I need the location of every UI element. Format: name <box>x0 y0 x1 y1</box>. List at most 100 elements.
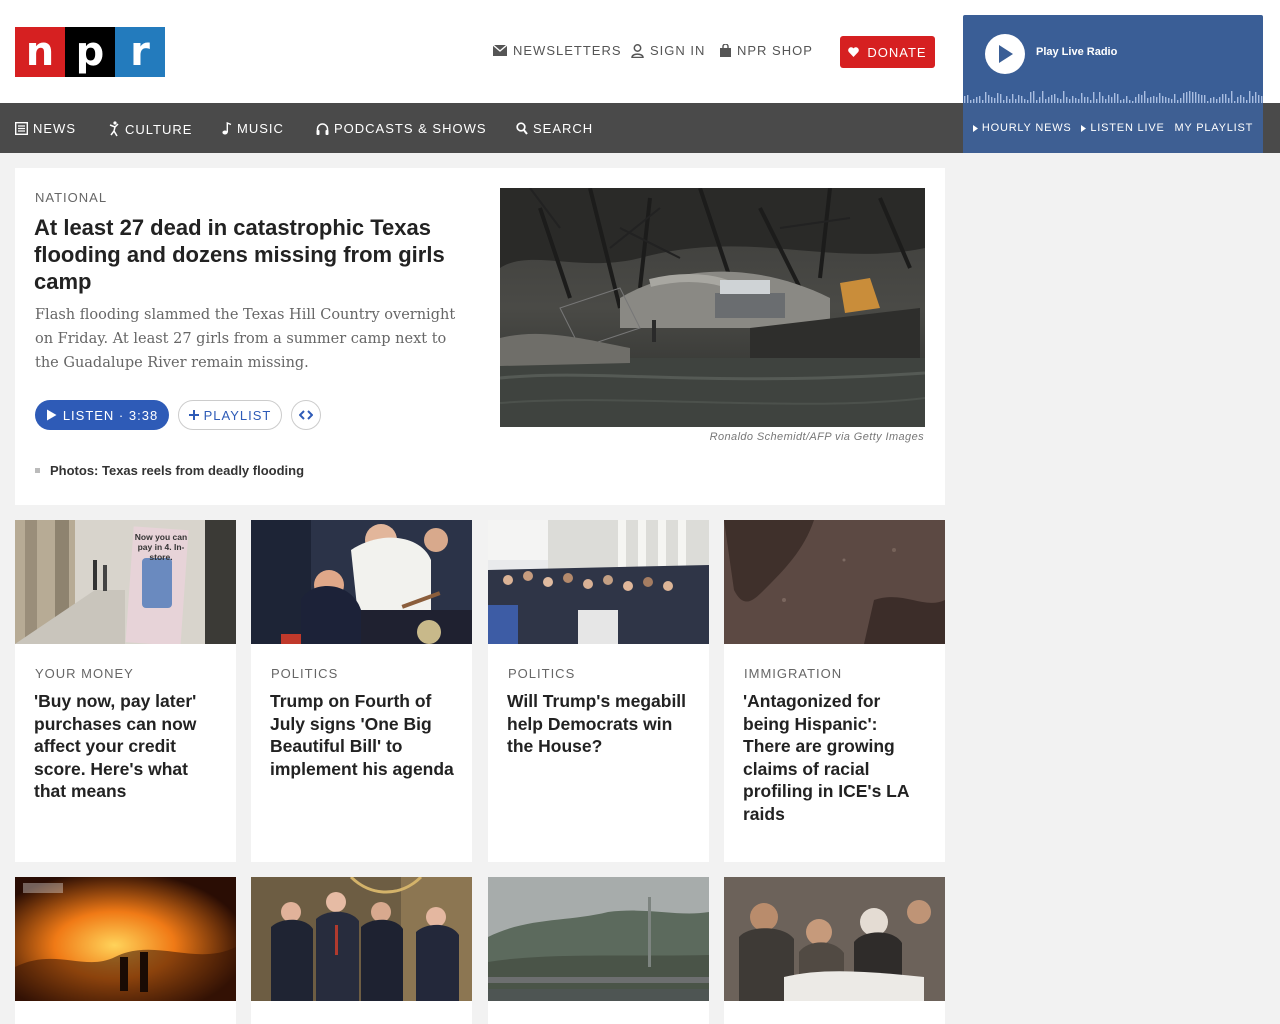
waveform-bar <box>1159 93 1161 103</box>
story-card[interactable] <box>488 877 709 1024</box>
story-card[interactable] <box>15 877 236 1024</box>
waveform-bar <box>1051 95 1053 103</box>
story-card[interactable] <box>724 877 945 1024</box>
nav-search[interactable]: Search <box>516 121 593 136</box>
waveform-bar <box>1201 95 1203 103</box>
story-card-image-senators[interactable] <box>251 877 472 1001</box>
story-card[interactable]: Now you can pay in 4. In-store. Your Mon… <box>15 520 236 862</box>
play-live-radio-button[interactable] <box>985 34 1025 74</box>
story-card-image-wildfire[interactable] <box>15 877 236 1001</box>
story-card[interactable]: Politics Will Trump's megabill help Demo… <box>488 520 709 862</box>
related-link[interactable]: Photos: Texas reels from deadly flooding <box>35 463 304 478</box>
story-card-slug[interactable]: Immigration <box>744 666 842 681</box>
waveform-bar <box>1198 94 1200 103</box>
my-playlist-link[interactable]: My Playlist <box>1174 122 1253 134</box>
story-card-slug[interactable]: Your Money <box>35 666 134 681</box>
waveform-bar <box>1138 94 1140 103</box>
waveform-bar <box>1174 94 1176 103</box>
story-card-slug[interactable]: Politics <box>508 666 575 681</box>
waveform-bar <box>1099 92 1101 103</box>
donate-label: Donate <box>867 44 927 60</box>
my-playlist-label: My Playlist <box>1174 122 1254 134</box>
listen-live-link[interactable]: Listen Live <box>1081 122 1164 134</box>
waveform-bar <box>967 95 969 103</box>
waveform-bar <box>1258 95 1260 103</box>
waveform-bar <box>1240 95 1242 103</box>
waveform-bar <box>1033 91 1035 103</box>
waveform-bar <box>1183 93 1185 103</box>
shopping-bag-icon <box>720 44 731 57</box>
hourly-news-label: Hourly News <box>981 122 1072 134</box>
waveform-bar <box>1192 92 1194 103</box>
waveform-bar <box>1126 96 1128 103</box>
waveform-bar <box>1114 93 1116 103</box>
waveform-bar <box>1000 94 1002 103</box>
newsletters-label: Newsletters <box>513 43 622 58</box>
story-card-image-capitol[interactable] <box>488 520 709 644</box>
waveform-bar <box>988 95 990 103</box>
play-small-icon <box>972 124 978 132</box>
play-live-radio-label: Play Live Radio <box>1036 46 1118 58</box>
lead-story: National At least 27 dead in catastrophi… <box>15 168 945 505</box>
logo-letter-p: p <box>65 27 115 77</box>
story-card-image-bill-signing[interactable] <box>251 520 472 644</box>
story-card[interactable] <box>251 877 472 1024</box>
nav-podcasts-label: Podcasts & Shows <box>334 121 487 136</box>
lead-slug[interactable]: National <box>35 190 107 205</box>
npr-shop-link[interactable]: NPR Shop <box>720 43 813 58</box>
waveform-bar <box>1255 92 1257 103</box>
waveform-bar <box>1144 91 1146 103</box>
photo-credit: Ronaldo Schemidt/AFP via Getty Images <box>709 431 924 443</box>
newsletters-link[interactable]: Newsletters <box>493 43 622 58</box>
waveform-bar <box>1141 95 1143 103</box>
npr-logo[interactable]: n p r <box>15 27 165 77</box>
headphones-icon <box>316 122 329 135</box>
story-card-title[interactable]: Trump on Fourth of July signs 'One Big B… <box>270 690 455 780</box>
audio-waveform <box>964 91 1263 103</box>
code-brackets-icon <box>299 410 313 420</box>
listen-button[interactable]: Listen · 3:38 <box>35 400 169 430</box>
music-note-icon <box>222 122 232 135</box>
heart-icon <box>848 47 860 57</box>
playlist-label: Playlist <box>203 407 272 423</box>
story-card-title[interactable]: 'Antagonized for being Hispanic': There … <box>743 690 928 825</box>
waveform-bar <box>1153 96 1155 103</box>
story-card-image-landscape[interactable] <box>488 877 709 1001</box>
waveform-bar <box>1102 96 1104 103</box>
story-card[interactable]: Politics Trump on Fourth of July signs '… <box>251 520 472 862</box>
logo-letter-r: r <box>115 27 165 77</box>
sign-text: Now you can pay in 4. In-store. <box>134 532 188 562</box>
nav-music[interactable]: Music <box>222 121 284 136</box>
lead-photo-flood[interactable] <box>500 188 925 427</box>
story-card-image-bnpl[interactable]: Now you can pay in 4. In-store. <box>15 520 236 644</box>
nav-culture[interactable]: Culture <box>108 121 192 137</box>
waveform-bar <box>1081 93 1083 103</box>
lead-headline[interactable]: At least 27 dead in catastrophic Texas f… <box>34 214 474 295</box>
story-card-title[interactable]: Will Trump's megabill help Democrats win… <box>507 690 692 758</box>
play-small-icon <box>1081 124 1087 132</box>
nav-podcasts-shows[interactable]: Podcasts & Shows <box>316 121 487 136</box>
waveform-bar <box>1018 95 1020 103</box>
story-card[interactable]: Immigration 'Antagonized for being Hispa… <box>724 520 945 862</box>
main-nav: News Culture Music Podcasts & Shows Sear… <box>0 103 963 153</box>
sign-in-link[interactable]: Sign In <box>631 43 705 58</box>
story-card-image-shadow[interactable] <box>724 520 945 644</box>
embed-button[interactable] <box>291 400 321 430</box>
waveform-bar <box>1189 91 1191 103</box>
waveform-bar <box>985 92 987 103</box>
story-card-title[interactable]: 'Buy now, pay later' purchases can now a… <box>34 690 219 803</box>
story-card-slug[interactable]: Politics <box>271 666 338 681</box>
nav-culture-label: Culture <box>125 121 193 137</box>
hourly-news-link[interactable]: Hourly News <box>972 122 1072 134</box>
add-to-playlist-button[interactable]: Playlist <box>178 400 282 430</box>
donate-button[interactable]: Donate <box>840 36 935 68</box>
nav-news[interactable]: News <box>15 121 76 136</box>
waveform-bar <box>1162 96 1164 103</box>
waveform-bar <box>979 96 981 103</box>
waveform-bar <box>1063 91 1065 103</box>
waveform-bar <box>1222 94 1224 103</box>
story-card-image-mourners[interactable] <box>724 877 945 1001</box>
play-icon <box>46 409 57 421</box>
waveform-bar <box>1186 92 1188 103</box>
user-icon <box>631 43 644 58</box>
